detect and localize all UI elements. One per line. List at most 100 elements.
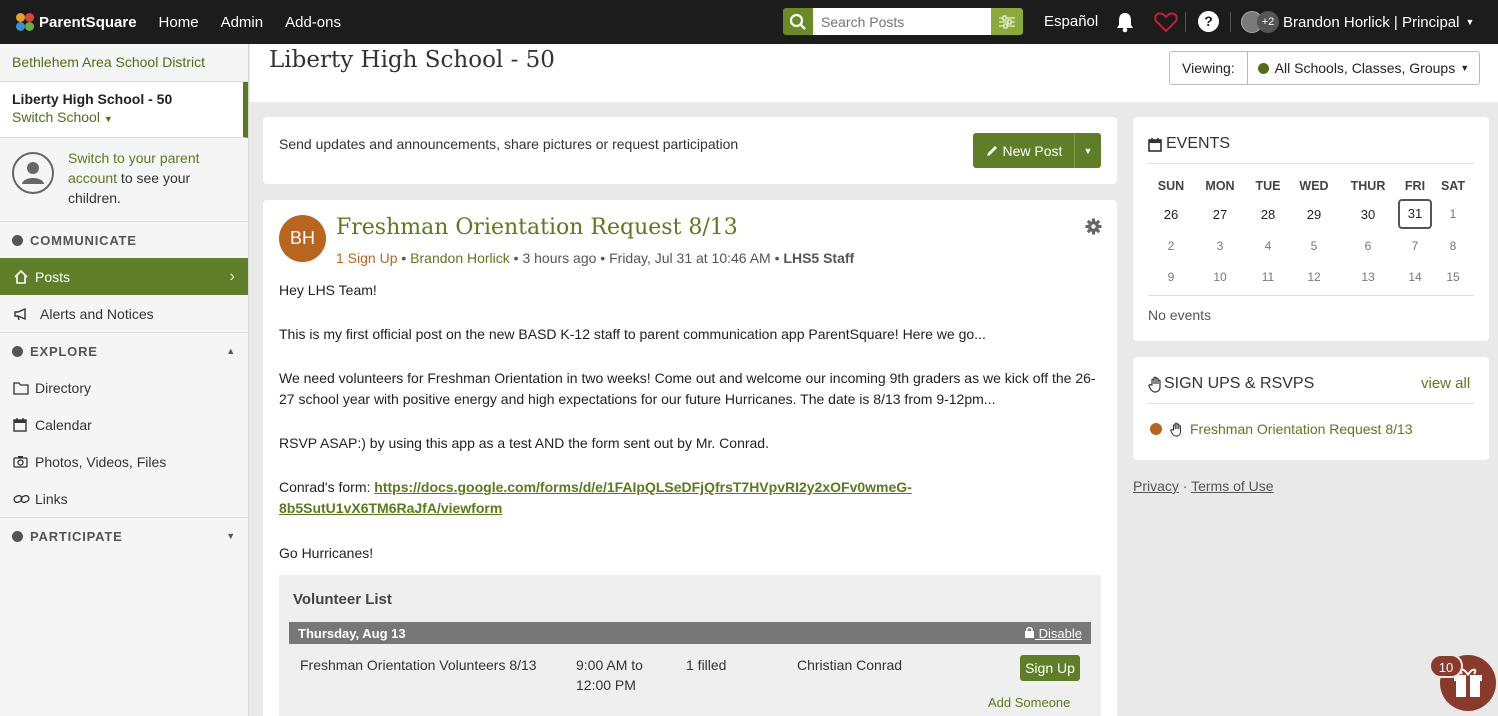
- cal-day[interactable]: 5: [1296, 239, 1332, 253]
- heart-icon[interactable]: [1154, 11, 1178, 36]
- new-post-button[interactable]: New Post ▼: [973, 133, 1101, 168]
- camera-icon: [13, 455, 33, 468]
- cal-day[interactable]: 27: [1202, 207, 1238, 222]
- sidebar-item-posts[interactable]: Posts ›: [0, 258, 248, 295]
- nav-home-link[interactable]: Home: [159, 14, 199, 31]
- calendar-icon: [13, 417, 33, 432]
- cal-day[interactable]: 8: [1435, 239, 1471, 253]
- cal-day[interactable]: 7: [1397, 239, 1433, 253]
- user-menu[interactable]: +2 Brandon Horlick | Principal ▼: [1241, 11, 1474, 33]
- user-name: Brandon Horlick | Principal: [1283, 13, 1460, 31]
- sidebar-item-links[interactable]: Links: [0, 480, 248, 517]
- viewing-label: Viewing:: [1170, 52, 1248, 84]
- sidebar-item-label: Calendar: [35, 416, 92, 433]
- cal-day-today[interactable]: 31: [1398, 199, 1432, 229]
- switch-school-dropdown[interactable]: Switch School ▼: [12, 109, 231, 125]
- brand-logo[interactable]: ParentSquare: [16, 13, 137, 31]
- brand-name: ParentSquare: [39, 13, 137, 31]
- volunteer-date-bar: Thursday, Aug 13 Disable: [289, 622, 1091, 644]
- folder-icon: [13, 381, 33, 395]
- signup-item[interactable]: Freshman Orientation Request 8/13: [1150, 421, 1413, 437]
- cal-day[interactable]: 3: [1202, 239, 1238, 253]
- cal-day[interactable]: 26: [1153, 207, 1189, 222]
- nav-addons-link[interactable]: Add-ons: [285, 14, 341, 31]
- link-icon: [13, 493, 33, 505]
- pencil-icon: [986, 145, 997, 156]
- post-form-line: Conrad's form: https://docs.google.com/f…: [279, 477, 919, 519]
- bell-icon[interactable]: [1115, 11, 1135, 36]
- help-icon[interactable]: ?: [1198, 11, 1219, 32]
- hand-icon: [1170, 422, 1182, 437]
- cal-day[interactable]: 12: [1296, 270, 1332, 284]
- search-input[interactable]: [813, 8, 991, 35]
- events-card: EVENTS SUN MON TUE WED THUR FRI SAT 26 2…: [1133, 117, 1489, 341]
- cal-day[interactable]: 1: [1435, 207, 1471, 221]
- switch-school-label: Switch School: [12, 109, 100, 125]
- sidebar-item-directory[interactable]: Directory: [0, 369, 248, 406]
- divider: [1148, 403, 1474, 404]
- cal-day[interactable]: 11: [1250, 270, 1286, 284]
- divider: [1230, 12, 1231, 32]
- cal-day-header: FRI: [1404, 179, 1426, 193]
- search-bar: [783, 8, 1023, 35]
- cal-day-header: SAT: [1440, 179, 1466, 193]
- viewing-select[interactable]: All Schools, Classes, Groups ▼: [1248, 52, 1479, 84]
- section-participate[interactable]: PARTICIPATE ▼: [0, 518, 248, 554]
- cal-day-header: TUE: [1255, 179, 1281, 193]
- calendar-icon: [1148, 137, 1162, 152]
- viewing-value: All Schools, Classes, Groups: [1274, 60, 1456, 76]
- slot-time: 9:00 AM to 12:00 PM: [576, 657, 643, 693]
- terms-link[interactable]: Terms of Use: [1191, 478, 1273, 494]
- form-url-link[interactable]: https://docs.google.com/forms/d/e/1FAIpQ…: [279, 479, 912, 516]
- sidebar-item-label: Posts: [35, 268, 71, 285]
- author-link[interactable]: Brandon Horlick: [410, 250, 510, 266]
- add-someone-link[interactable]: Add Someone: [988, 695, 1070, 710]
- post-meta: 1 Sign Up • Brandon Horlick • 3 hours ag…: [336, 250, 855, 266]
- sidebar-item-photos[interactable]: Photos, Videos, Files: [0, 443, 248, 480]
- view-all-link[interactable]: view all: [1421, 375, 1470, 392]
- cal-day[interactable]: 13: [1350, 270, 1386, 284]
- section-label: COMMUNICATE: [30, 232, 137, 248]
- new-post-main[interactable]: New Post: [973, 133, 1075, 168]
- lock-icon: [1025, 626, 1035, 638]
- divider: [1148, 295, 1474, 296]
- search-icon[interactable]: [783, 8, 813, 35]
- cal-day[interactable]: 29: [1296, 207, 1332, 222]
- disable-link[interactable]: Disable: [1024, 626, 1082, 641]
- cal-day[interactable]: 28: [1250, 207, 1286, 222]
- post-group: LHS5 Staff: [783, 250, 855, 266]
- section-label: EXPLORE: [30, 343, 98, 359]
- sidebar-item-calendar[interactable]: Calendar: [0, 406, 248, 443]
- privacy-link[interactable]: Privacy: [1133, 478, 1179, 494]
- cal-day[interactable]: 2: [1153, 239, 1189, 253]
- school-name: Liberty High School - 50: [12, 91, 173, 107]
- cal-day-header: WED: [1299, 179, 1329, 193]
- nav-admin-link[interactable]: Admin: [221, 14, 264, 31]
- filter-sliders-icon[interactable]: [991, 8, 1023, 35]
- sidebar-item-alerts[interactable]: Alerts and Notices: [0, 295, 248, 332]
- signups-title: SIGN UPS & RSVPS: [1164, 375, 1315, 392]
- district-link[interactable]: Bethlehem Area School District: [0, 44, 248, 82]
- cal-day[interactable]: 14: [1397, 270, 1433, 284]
- cal-day[interactable]: 9: [1153, 270, 1189, 284]
- cal-day[interactable]: 30: [1350, 207, 1386, 222]
- signup-count-link[interactable]: 1 Sign Up: [336, 250, 397, 266]
- cal-day-header: SUN: [1157, 179, 1185, 193]
- section-communicate: COMMUNICATE: [0, 222, 248, 258]
- chevron-right-icon: ›: [229, 267, 235, 285]
- section-explore[interactable]: EXPLORE ▲: [0, 333, 248, 369]
- language-toggle[interactable]: Español: [1044, 13, 1098, 30]
- cal-day[interactable]: 15: [1435, 270, 1471, 284]
- sign-up-button[interactable]: Sign Up: [1020, 655, 1080, 681]
- cal-day[interactable]: 6: [1350, 239, 1386, 253]
- volunteer-name-link[interactable]: Christian Conrad: [797, 655, 902, 675]
- signups-card: SIGN UPS & RSVPS view all Freshman Orien…: [1133, 357, 1489, 460]
- caret-down-icon[interactable]: ▼: [1075, 146, 1101, 156]
- volunteer-list: Volunteer List Thursday, Aug 13 Disable …: [279, 575, 1101, 716]
- cal-day[interactable]: 4: [1250, 239, 1286, 253]
- cal-day[interactable]: 10: [1202, 270, 1238, 284]
- avatar: BH: [279, 215, 326, 262]
- post-title[interactable]: Freshman Orientation Request 8/13: [336, 215, 738, 240]
- gear-icon[interactable]: [1085, 218, 1102, 238]
- viewing-filter[interactable]: Viewing: All Schools, Classes, Groups ▼: [1169, 51, 1481, 85]
